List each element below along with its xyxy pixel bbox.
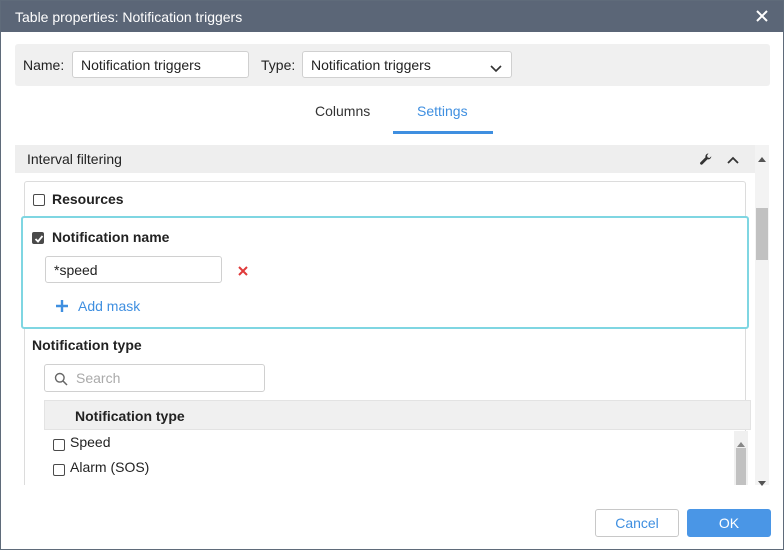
notification-name-label: Notification name	[52, 229, 170, 245]
cancel-button[interactable]: Cancel	[595, 509, 679, 537]
scroll-up-icon[interactable]	[758, 149, 766, 162]
table-properties-dialog: Table properties: Notification triggers …	[0, 0, 784, 550]
remove-mask-icon[interactable]	[237, 264, 249, 276]
table-row[interactable]: Speed	[44, 431, 734, 456]
search-placeholder: Search	[76, 370, 121, 386]
column-header-notification-type: Notification type	[75, 408, 185, 424]
plus-icon	[55, 299, 69, 313]
chevron-up-icon[interactable]	[727, 153, 739, 164]
scroll-down-icon[interactable]	[758, 474, 766, 486]
name-field-value: Notification triggers	[81, 57, 201, 73]
type-select-value: Notification triggers	[311, 57, 431, 73]
tab-settings[interactable]: Settings	[417, 103, 468, 119]
name-field[interactable]: Notification triggers	[72, 51, 249, 78]
search-input[interactable]: Search	[44, 364, 265, 392]
type-label: Type:	[261, 57, 296, 73]
name-label: Name:	[23, 57, 65, 73]
active-tab-indicator	[393, 131, 493, 134]
add-mask-label: Add mask	[78, 298, 141, 314]
notification-name-checkbox[interactable]	[32, 232, 44, 244]
tab-columns[interactable]: Columns	[315, 103, 370, 119]
name-type-panel: Name: Notification triggers Type: Notifi…	[15, 44, 770, 86]
chevron-down-icon	[490, 60, 502, 73]
close-icon[interactable]	[755, 9, 769, 23]
notification-name-panel: Notification name *speed Add mask	[21, 216, 749, 329]
search-icon	[54, 372, 68, 386]
ok-button[interactable]: OK	[687, 509, 771, 537]
table-header: Notification type	[44, 400, 751, 430]
row-checkbox[interactable]	[53, 439, 65, 451]
row-checkbox[interactable]	[53, 464, 65, 476]
table-row[interactable]: Alarm (SOS)	[44, 456, 734, 481]
settings-content: Interval filtering Resources Notificatio…	[15, 145, 755, 485]
mask-input-value: *speed	[54, 262, 98, 278]
resources-checkbox[interactable]	[33, 194, 45, 206]
dialog-title: Table properties: Notification triggers	[15, 9, 243, 25]
table-scrollbar[interactable]	[734, 431, 748, 485]
mask-input[interactable]: *speed	[45, 256, 222, 283]
table-scroll-thumb[interactable]	[736, 448, 746, 485]
content-scroll-thumb[interactable]	[756, 208, 768, 260]
section-title: Interval filtering	[27, 151, 122, 167]
tab-bar: Columns Settings	[1, 99, 783, 137]
notification-type-title: Notification type	[32, 337, 142, 353]
scroll-up-icon[interactable]	[737, 434, 745, 447]
wrench-icon[interactable]	[699, 152, 713, 166]
row-label: Speed	[70, 434, 111, 450]
row-label: Alarm (SOS)	[70, 459, 150, 475]
notification-type-table: Notification type Speed Alarm (SOS)	[44, 400, 751, 485]
type-select[interactable]: Notification triggers	[302, 51, 512, 78]
section-header[interactable]: Interval filtering	[15, 145, 755, 173]
content-scrollbar[interactable]	[755, 145, 769, 486]
resources-label: Resources	[52, 191, 124, 207]
titlebar: Table properties: Notification triggers	[1, 1, 783, 32]
